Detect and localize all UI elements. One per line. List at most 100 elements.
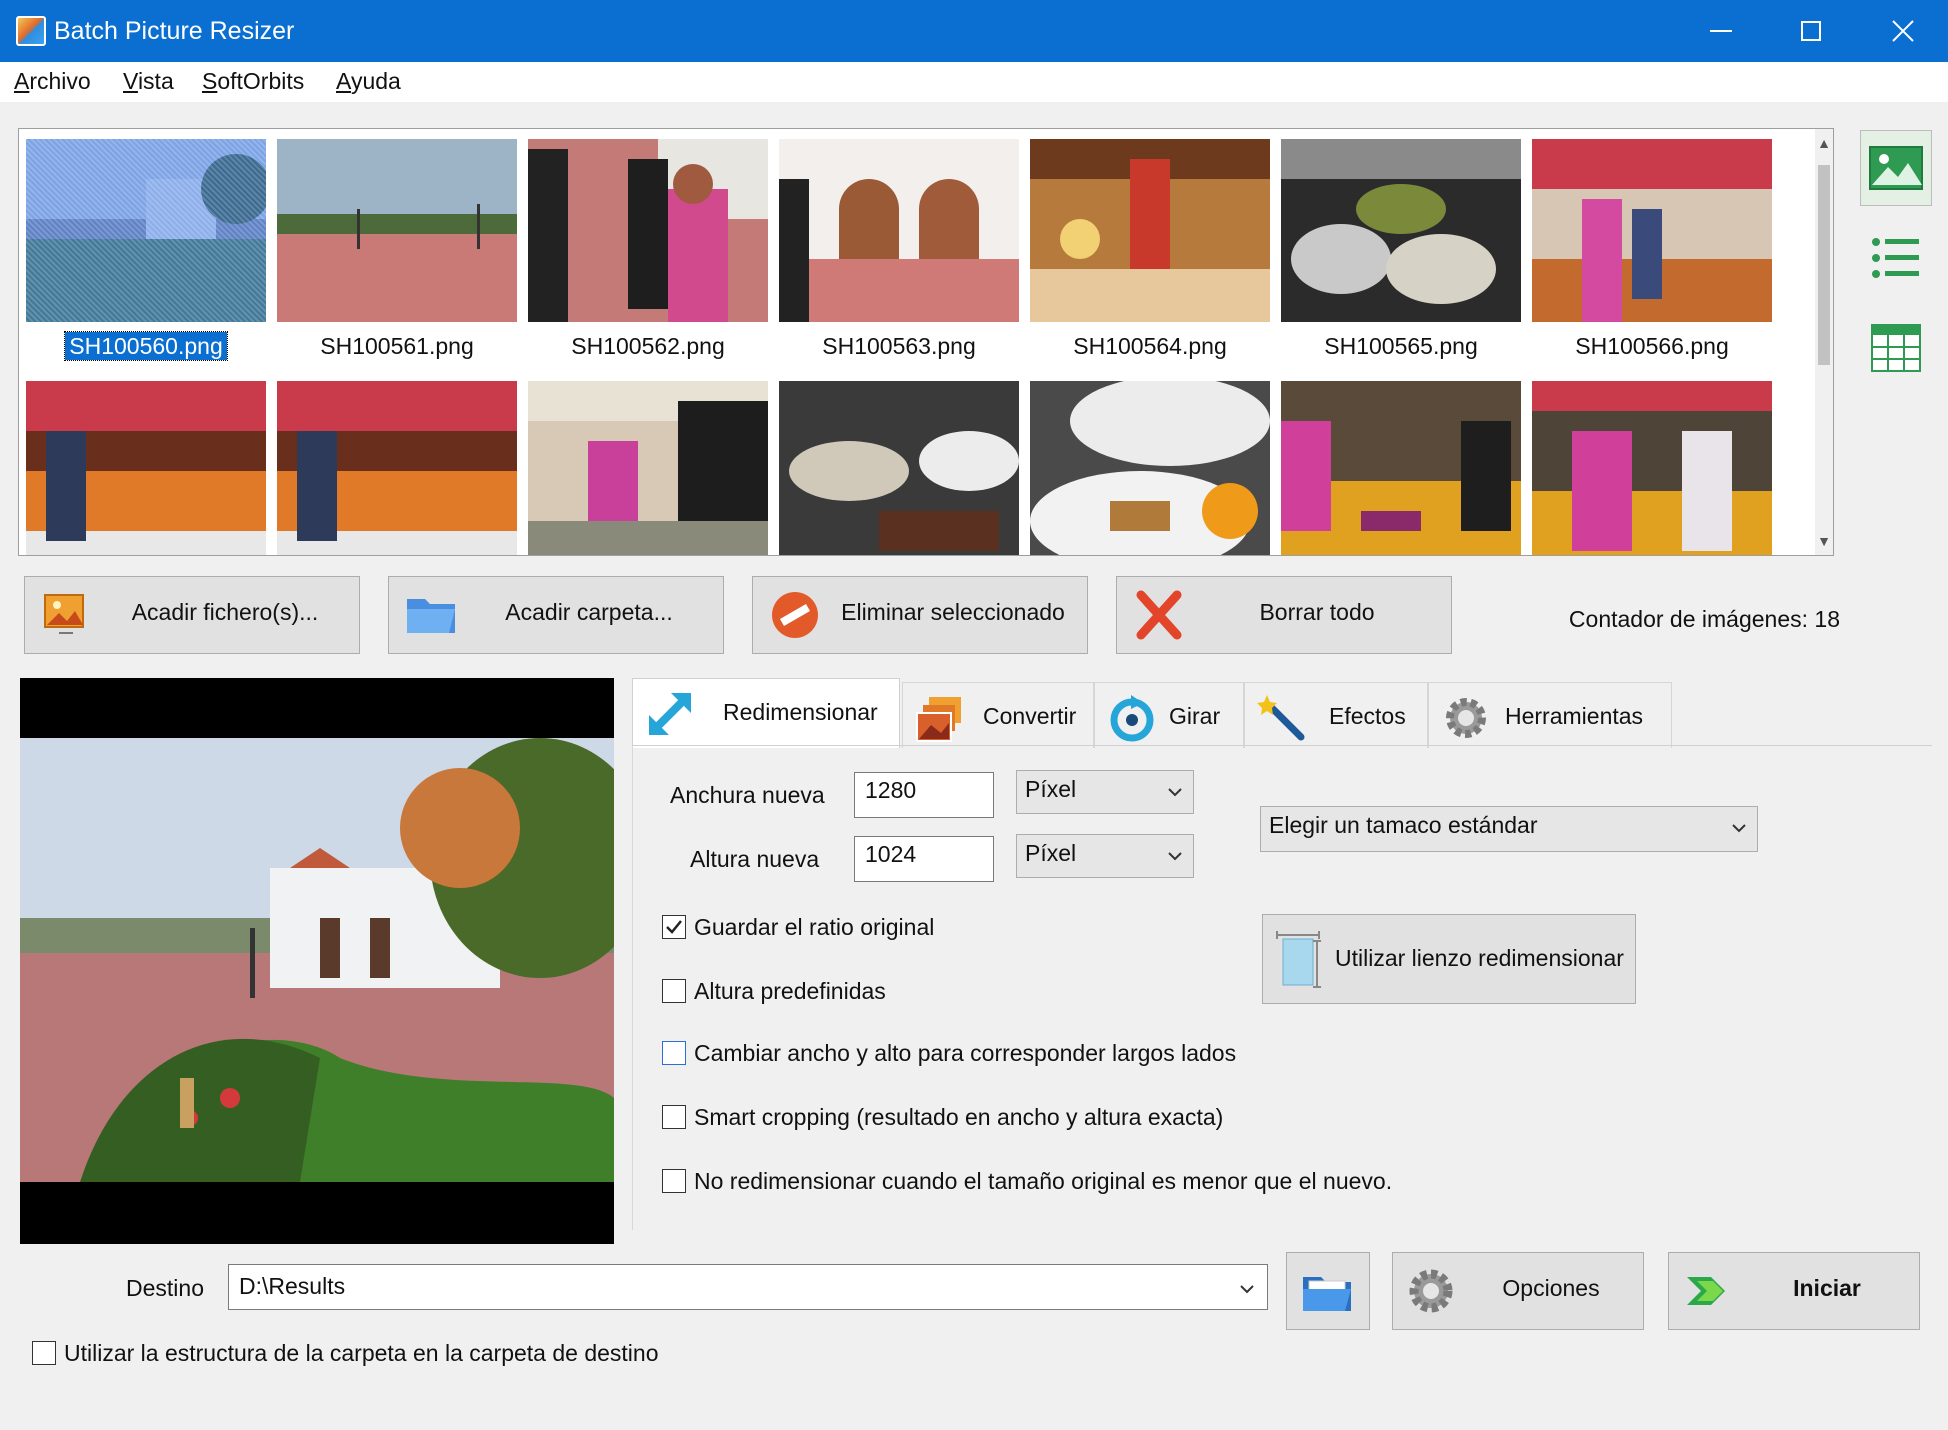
tab-efectos[interactable]: Efectos: [1244, 682, 1428, 748]
table-view-button[interactable]: [1860, 310, 1932, 386]
destination-select[interactable]: D:\Results: [228, 1264, 1268, 1310]
thumbnail-image: [1532, 381, 1772, 555]
height-unit-select[interactable]: Píxel: [1016, 834, 1194, 878]
thumbnail[interactable]: [779, 381, 1019, 555]
tab-bar: Redimensionar Convertir Girar Efectos He…: [632, 678, 1932, 748]
tab-girar[interactable]: Girar: [1094, 682, 1244, 748]
thumbnail[interactable]: [1281, 381, 1521, 555]
browse-folder-button[interactable]: [1286, 1252, 1370, 1330]
height-label: Altura nueva: [690, 846, 820, 872]
thumbnail[interactable]: SH100563.png: [779, 139, 1019, 359]
clear-all-button[interactable]: Borrar todo: [1116, 576, 1452, 654]
thumbnail[interactable]: [1030, 381, 1270, 555]
thumbnail[interactable]: SH100561.png: [277, 139, 517, 359]
minimize-button[interactable]: [1676, 0, 1766, 62]
no-upscale-label: No redimensionar cuando el tamaño origin…: [694, 1168, 1393, 1194]
thumbnail[interactable]: SH100560.png: [26, 139, 266, 361]
gear-icon: [1446, 698, 1486, 738]
thumbnail-image: [779, 139, 1019, 322]
thumbnail-image: [528, 381, 768, 555]
resize-icon: [649, 693, 691, 735]
maximize-icon: [1801, 21, 1821, 41]
width-unit-select[interactable]: Píxel: [1016, 770, 1194, 814]
chevron-down-icon: [1168, 852, 1182, 861]
keep-ratio-label: Guardar el ratio original: [694, 914, 935, 940]
image-preview: [20, 678, 614, 1244]
thumbnail-label: SH100565.png: [1324, 333, 1478, 359]
scroll-down-icon[interactable]: ▼: [1815, 527, 1833, 555]
swap-sides-label: Cambiar ancho y alto para corresponder l…: [694, 1040, 1237, 1066]
predefined-height-checkbox[interactable]: [662, 979, 686, 1003]
tab-convertir[interactable]: Convertir: [902, 682, 1094, 748]
menu-ayuda[interactable]: Ayuda: [336, 68, 401, 95]
thumbnail-image: [26, 139, 266, 322]
rotate-icon: [1110, 695, 1154, 742]
thumbnail-view-button[interactable]: [1860, 130, 1932, 206]
remove-selected-button[interactable]: Eliminar seleccionado: [752, 576, 1088, 654]
thumbnail-image: [779, 381, 1019, 555]
thumbnail-image: [277, 139, 517, 322]
remove-icon: [772, 592, 818, 638]
image-view-icon: [1869, 146, 1923, 190]
thumbnail[interactable]: [528, 381, 768, 555]
start-button[interactable]: Iniciar: [1668, 1252, 1920, 1330]
delete-icon: [1136, 590, 1182, 640]
destination-label: Destino: [126, 1275, 204, 1301]
thumbnail-label: SH100563.png: [822, 333, 976, 359]
standard-size-select[interactable]: Elegir un tamaco estándar: [1260, 806, 1758, 852]
image-counter: Contador de imágenes: 18: [1568, 606, 1840, 632]
options-button[interactable]: Opciones: [1392, 1252, 1644, 1330]
close-button[interactable]: [1858, 0, 1948, 62]
add-folder-button[interactable]: Acadir carpeta...: [388, 576, 724, 654]
thumbnail-label: SH100566.png: [1575, 333, 1729, 359]
thumbnail-image: [1281, 381, 1521, 555]
table-view-icon: [1871, 324, 1921, 372]
thumbnail[interactable]: [26, 381, 266, 555]
app-icon: [16, 16, 46, 46]
chevron-down-icon: [1168, 788, 1182, 797]
predefined-height-label: Altura predefinidas: [694, 978, 886, 1004]
no-upscale-checkbox[interactable]: [662, 1169, 686, 1193]
maximize-button[interactable]: [1766, 0, 1856, 62]
open-folder-icon: [1303, 1277, 1351, 1311]
height-input[interactable]: 1024: [854, 836, 994, 882]
thumbnail[interactable]: SH100565.png: [1281, 139, 1521, 359]
thumbnail-label: SH100562.png: [571, 333, 725, 359]
thumbnail[interactable]: SH100562.png: [528, 139, 768, 359]
thumbnail[interactable]: [277, 381, 517, 555]
chevron-down-icon: [1240, 1285, 1254, 1294]
thumbnail[interactable]: SH100566.png: [1532, 139, 1772, 359]
thumbnail-gallery[interactable]: SH100560.png SH100561.png SH100562.png S…: [18, 128, 1834, 556]
thumbnail[interactable]: SH100564.png: [1030, 139, 1270, 359]
thumbnail-image: [26, 381, 266, 555]
width-input[interactable]: 1280: [854, 772, 994, 818]
folder-structure-checkbox[interactable]: [32, 1341, 56, 1365]
swap-sides-checkbox[interactable]: [662, 1041, 686, 1065]
chevron-down-icon: [1732, 824, 1746, 833]
smart-crop-checkbox[interactable]: [662, 1105, 686, 1129]
canvas-resize-button[interactable]: Utilizar lienzo redimensionar: [1262, 914, 1636, 1004]
gear-icon: [1409, 1269, 1453, 1313]
keep-ratio-checkbox[interactable]: [662, 915, 686, 939]
arrow-right-icon: [1687, 1277, 1725, 1305]
thumbnail-image: [1281, 139, 1521, 322]
thumbnail-image: [277, 381, 517, 555]
title-bar: Batch Picture Resizer: [0, 0, 1948, 62]
folder-icon: [407, 599, 455, 633]
close-icon: [1892, 20, 1914, 42]
menu-softorbits[interactable]: SoftOrbits: [202, 68, 304, 95]
menu-archivo[interactable]: Archivo: [14, 68, 91, 95]
canvas-icon: [1276, 931, 1321, 988]
scroll-up-icon[interactable]: ▲: [1815, 129, 1833, 157]
tab-redimensionar[interactable]: Redimensionar: [632, 678, 900, 748]
scrollbar-thumb[interactable]: [1818, 165, 1830, 365]
list-view-button[interactable]: [1860, 220, 1932, 296]
thumbnail[interactable]: [1532, 381, 1772, 555]
gallery-scrollbar[interactable]: ▲ ▼: [1815, 129, 1833, 555]
thumbnail-image: [528, 139, 768, 322]
add-files-button[interactable]: Acadir fichero(s)...: [24, 576, 360, 654]
tab-herramientas[interactable]: Herramientas: [1428, 682, 1672, 748]
convert-icon: [916, 697, 961, 742]
checkmark-icon: [666, 920, 682, 934]
menu-vista[interactable]: Vista: [123, 68, 174, 95]
